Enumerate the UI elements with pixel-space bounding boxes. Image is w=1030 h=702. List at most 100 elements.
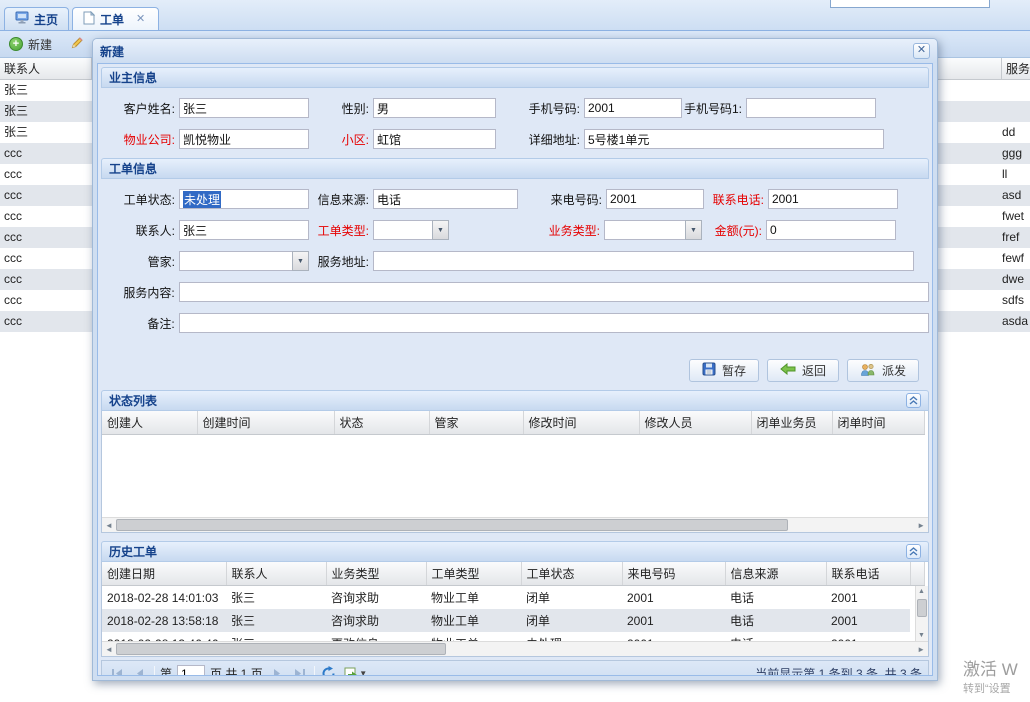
prev-page-icon[interactable] (131, 665, 149, 677)
property-company-input[interactable] (179, 129, 309, 149)
first-page-icon[interactable] (108, 665, 126, 677)
history-row[interactable]: 2018-02-28 14:01:03张三 咨询求助物业工单 闭单2001 电话… (102, 586, 910, 609)
service-row[interactable]: fref (936, 227, 1030, 248)
service-row[interactable]: fewf (936, 248, 1030, 269)
scroll-left-icon[interactable]: ◄ (105, 644, 113, 655)
community-input[interactable] (373, 129, 496, 149)
scroll-thumb[interactable] (116, 519, 788, 531)
amount-input[interactable] (766, 220, 896, 240)
contact-row[interactable]: ccc (0, 206, 92, 227)
page-number-input[interactable] (177, 665, 205, 676)
status-col-header[interactable]: 管家 (429, 411, 523, 435)
tab-close-icon[interactable]: ✕ (133, 13, 148, 25)
close-icon[interactable]: ✕ (913, 43, 930, 59)
save-draft-button[interactable]: 暂存 (689, 359, 759, 382)
scroll-thumb[interactable] (917, 599, 927, 617)
contact-row[interactable]: ccc (0, 227, 92, 248)
service-row[interactable]: ll (936, 164, 1030, 185)
info-source-input[interactable] (373, 189, 518, 209)
steward-combobox[interactable]: ▼ (179, 251, 309, 271)
status-col-header[interactable]: 修改人员 (639, 411, 751, 435)
chevron-down-icon[interactable]: ▼ (432, 220, 449, 240)
history-col-header[interactable]: 联系电话 (826, 562, 910, 586)
history-vscrollbar[interactable]: ▲ ▼ (915, 586, 928, 641)
contacts-column-header[interactable]: 联系人 (0, 58, 92, 80)
scroll-up-icon[interactable]: ▲ (918, 588, 925, 595)
scroll-left-icon[interactable]: ◄ (105, 520, 113, 531)
status-col-header[interactable]: 修改时间 (523, 411, 639, 435)
chevron-down-icon[interactable]: ▼ (685, 220, 702, 240)
service-content-input[interactable] (179, 282, 929, 302)
contact-row[interactable]: 张三 (0, 101, 92, 122)
dispatch-button[interactable]: 派发 (847, 359, 919, 382)
contact-row[interactable]: ccc (0, 269, 92, 290)
history-hscrollbar[interactable]: ◄ ► (102, 641, 928, 656)
status-col-header[interactable]: 创建时间 (197, 411, 334, 435)
remark-input[interactable] (179, 313, 929, 333)
last-page-icon[interactable] (291, 665, 309, 677)
order-type-combobox[interactable]: ▼ (373, 220, 449, 240)
biz-type-combobox[interactable]: ▼ (604, 220, 702, 240)
status-col-header[interactable]: 闭单时间 (832, 411, 924, 435)
scroll-down-icon[interactable]: ▼ (918, 632, 925, 639)
status-col-header[interactable]: 闭单业务员 (751, 411, 832, 435)
customer-name-input[interactable] (179, 98, 309, 118)
scroll-right-icon[interactable]: ► (917, 644, 925, 655)
status-col-header[interactable]: 状态 (334, 411, 429, 435)
history-col-header[interactable]: 联系人 (226, 562, 326, 586)
scroll-right-icon[interactable]: ► (917, 520, 925, 531)
mobile1-input[interactable] (746, 98, 876, 118)
service-row[interactable]: dwe (936, 269, 1030, 290)
history-row[interactable]: 2018-02-28 13:58:18张三 咨询求助物业工单 闭单2001 电话… (102, 609, 910, 632)
chevron-down-icon[interactable]: ▼ (292, 251, 309, 271)
history-row[interactable]: 2018-02-28 13:46:46张三 更改信息物业工单 未处理2001 电… (102, 632, 910, 641)
service-row[interactable]: ggg (936, 143, 1030, 164)
history-col-header[interactable]: 来电号码 (622, 562, 725, 586)
history-col-header[interactable]: 工单类型 (426, 562, 521, 586)
caller-number-input[interactable] (606, 189, 704, 209)
contact-phone-input[interactable] (768, 189, 898, 209)
back-label: 返回 (802, 362, 826, 379)
mobile-input[interactable] (584, 98, 682, 118)
history-col-header[interactable]: 信息来源 (725, 562, 826, 586)
service-row[interactable]: asd (936, 185, 1030, 206)
tab-home-label: 主页 (34, 11, 58, 28)
new-button[interactable]: + 新建 (6, 34, 55, 55)
edit-button[interactable] (67, 34, 87, 55)
contact-row[interactable]: ccc (0, 248, 92, 269)
collapse-icon[interactable] (906, 544, 921, 559)
status-hscrollbar[interactable]: ◄ ► (102, 517, 928, 532)
status-col-header[interactable]: 创建人 (102, 411, 197, 435)
contact-row[interactable]: ccc (0, 311, 92, 332)
address-input[interactable] (584, 129, 884, 149)
tab-home[interactable]: 主页 (4, 7, 69, 30)
history-col-header[interactable]: 创建日期 (102, 562, 226, 586)
service-row[interactable]: asda (936, 311, 1030, 332)
service-row[interactable] (936, 80, 1030, 101)
contact-input[interactable] (179, 220, 309, 240)
service-address-input[interactable] (373, 251, 914, 271)
service-row[interactable]: fwet (936, 206, 1030, 227)
contact-row[interactable]: ccc (0, 164, 92, 185)
dialog-titlebar[interactable]: 新建 ✕ (93, 39, 937, 63)
contact-row[interactable]: ccc (0, 143, 92, 164)
next-page-icon[interactable] (268, 665, 286, 677)
history-col-header[interactable]: 业务类型 (326, 562, 426, 586)
refresh-icon[interactable] (320, 665, 338, 677)
scroll-thumb[interactable] (116, 643, 446, 655)
service-row[interactable]: dd (936, 122, 1030, 143)
order-status-input[interactable]: 未处理 (179, 189, 309, 209)
contact-row[interactable]: 张三 (0, 122, 92, 143)
service-column-header[interactable]: 服务 (936, 58, 1030, 80)
tab-workorder[interactable]: 工单 ✕ (72, 7, 159, 30)
contact-row[interactable]: ccc (0, 185, 92, 206)
history-col-header[interactable]: 工单状态 (521, 562, 622, 586)
service-row[interactable]: sdfs (936, 290, 1030, 311)
contact-row[interactable]: 张三 (0, 80, 92, 101)
gender-input[interactable] (373, 98, 496, 118)
collapse-icon[interactable] (906, 393, 921, 408)
contact-row[interactable]: ccc (0, 290, 92, 311)
export-icon[interactable]: ▼ (343, 665, 369, 677)
service-row[interactable] (936, 101, 1030, 122)
back-button[interactable]: 返回 (767, 359, 839, 382)
